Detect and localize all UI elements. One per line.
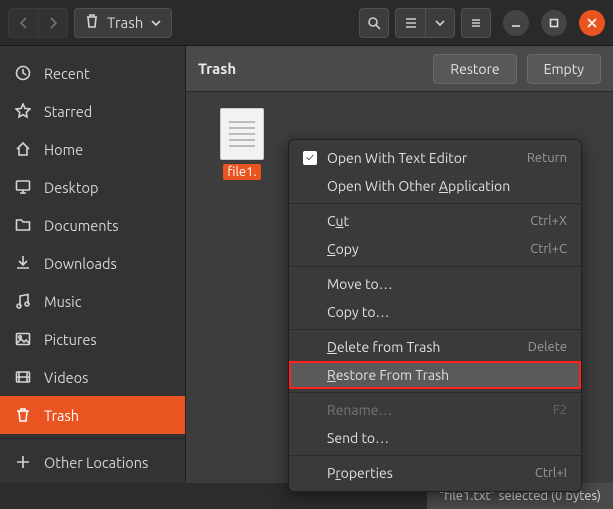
menu-separator bbox=[289, 203, 581, 204]
titlebar: Trash bbox=[0, 0, 613, 46]
menu-separator bbox=[289, 392, 581, 393]
sidebar-item-label: Videos bbox=[44, 369, 88, 386]
sidebar-item-pictures[interactable]: Pictures bbox=[0, 320, 185, 358]
home-icon bbox=[14, 140, 32, 158]
back-button[interactable] bbox=[8, 8, 38, 38]
sidebar: Recent Starred Home Desktop Documents Downloa… bbox=[0, 46, 186, 483]
restore-button[interactable]: Restore bbox=[433, 54, 516, 84]
plus-icon bbox=[14, 453, 32, 471]
sidebar-item-label: Other Locations bbox=[44, 454, 148, 471]
menu-item-label: Properties bbox=[327, 465, 525, 481]
sidebar-item-label: Downloads bbox=[44, 255, 117, 272]
view-list-button[interactable] bbox=[395, 8, 425, 38]
menu-item-restore-from-trash[interactable]: Restore From Trash bbox=[289, 361, 581, 389]
clock-icon bbox=[14, 64, 32, 82]
maximize-button[interactable] bbox=[541, 10, 567, 36]
sidebar-item-starred[interactable]: Starred bbox=[0, 92, 185, 130]
desktop-icon bbox=[14, 178, 32, 196]
sidebar-item-label: Home bbox=[44, 141, 83, 158]
menu-item-label: Copy bbox=[327, 241, 520, 257]
sidebar-item-label: Starred bbox=[44, 103, 92, 120]
sidebar-item-downloads[interactable]: Downloads bbox=[0, 244, 185, 282]
file-item[interactable]: file1. bbox=[202, 108, 282, 180]
chevron-down-icon bbox=[151, 14, 161, 31]
text-file-icon bbox=[220, 108, 264, 160]
sidebar-item-label: Music bbox=[44, 293, 81, 310]
menu-item-properties[interactable]: Properties Ctrl+I bbox=[289, 459, 581, 487]
menu-button[interactable] bbox=[461, 8, 491, 38]
menu-item-label: Open With Text Editor bbox=[327, 150, 517, 166]
menu-item-label: Send to… bbox=[327, 430, 567, 446]
menu-item-cut[interactable]: Cut Ctrl+X bbox=[289, 207, 581, 235]
menu-item-label: Rename… bbox=[327, 402, 543, 418]
menu-item-label: Delete from Trash bbox=[327, 339, 518, 355]
menu-accelerator: Return bbox=[527, 151, 567, 165]
sidebar-item-videos[interactable]: Videos bbox=[0, 358, 185, 396]
folder-icon bbox=[14, 216, 32, 234]
menu-accelerator: Delete bbox=[528, 340, 567, 354]
sidebar-item-label: Documents bbox=[44, 217, 119, 234]
menu-accelerator: Ctrl+X bbox=[530, 214, 567, 228]
menu-item-label: Move to… bbox=[327, 276, 567, 292]
menu-separator bbox=[289, 329, 581, 330]
location-title: Trash bbox=[198, 60, 423, 77]
menu-item-rename: Rename… F2 bbox=[289, 396, 581, 424]
sidebar-item-trash[interactable]: Trash bbox=[0, 396, 185, 434]
close-button[interactable] bbox=[579, 10, 605, 36]
menu-item-send-to[interactable]: Send to… bbox=[289, 424, 581, 452]
menu-item-open-with-other-application[interactable]: Open With Other Application bbox=[289, 172, 581, 200]
view-dropdown-button[interactable] bbox=[425, 8, 455, 38]
sidebar-item-documents[interactable]: Documents bbox=[0, 206, 185, 244]
sidebar-item-label: Pictures bbox=[44, 331, 97, 348]
sidebar-item-music[interactable]: Music bbox=[0, 282, 185, 320]
sidebar-item-recent[interactable]: Recent bbox=[0, 54, 185, 92]
menu-item-copy-to[interactable]: Copy to… bbox=[289, 298, 581, 326]
download-icon bbox=[14, 254, 32, 272]
menu-item-label: Open With Other Application bbox=[327, 178, 567, 194]
empty-button[interactable]: Empty bbox=[527, 54, 601, 84]
context-menu: ✓ Open With Text Editor Return Open With Ot… bbox=[288, 139, 582, 492]
checkbox-icon: ✓ bbox=[303, 151, 317, 165]
forward-button[interactable] bbox=[38, 8, 68, 38]
search-button[interactable] bbox=[359, 8, 389, 38]
star-icon bbox=[14, 102, 32, 120]
menu-item-open-with-text-editor[interactable]: ✓ Open With Text Editor Return bbox=[289, 144, 581, 172]
sidebar-item-desktop[interactable]: Desktop bbox=[0, 168, 185, 206]
menu-item-copy[interactable]: Copy Ctrl+C bbox=[289, 235, 581, 263]
menu-accelerator: Ctrl+C bbox=[530, 242, 567, 256]
menu-accelerator: F2 bbox=[553, 403, 567, 417]
sidebar-item-label: Recent bbox=[44, 65, 90, 82]
path-label: Trash bbox=[107, 14, 143, 31]
trash-icon bbox=[85, 14, 99, 31]
menu-separator bbox=[289, 455, 581, 456]
sidebar-item-label: Desktop bbox=[44, 179, 98, 196]
menu-item-delete-from-trash[interactable]: Delete from Trash Delete bbox=[289, 333, 581, 361]
menu-item-label: Copy to… bbox=[327, 304, 567, 320]
music-icon bbox=[14, 292, 32, 310]
sidebar-item-label: Trash bbox=[44, 407, 79, 424]
minimize-button[interactable] bbox=[503, 10, 529, 36]
trash-icon bbox=[14, 406, 32, 424]
picture-icon bbox=[14, 330, 32, 348]
menu-accelerator: Ctrl+I bbox=[535, 466, 567, 480]
video-icon bbox=[14, 368, 32, 386]
menu-item-move-to[interactable]: Move to… bbox=[289, 270, 581, 298]
menu-item-label: Cut bbox=[327, 213, 520, 229]
sidebar-item-other-locations[interactable]: Other Locations bbox=[0, 443, 185, 481]
menu-separator bbox=[289, 266, 581, 267]
location-header: Trash Restore Empty bbox=[186, 46, 613, 92]
path-button[interactable]: Trash bbox=[74, 8, 172, 38]
file-label: file1. bbox=[223, 164, 260, 180]
sidebar-item-home[interactable]: Home bbox=[0, 130, 185, 168]
menu-item-label: Restore From Trash bbox=[327, 367, 567, 383]
